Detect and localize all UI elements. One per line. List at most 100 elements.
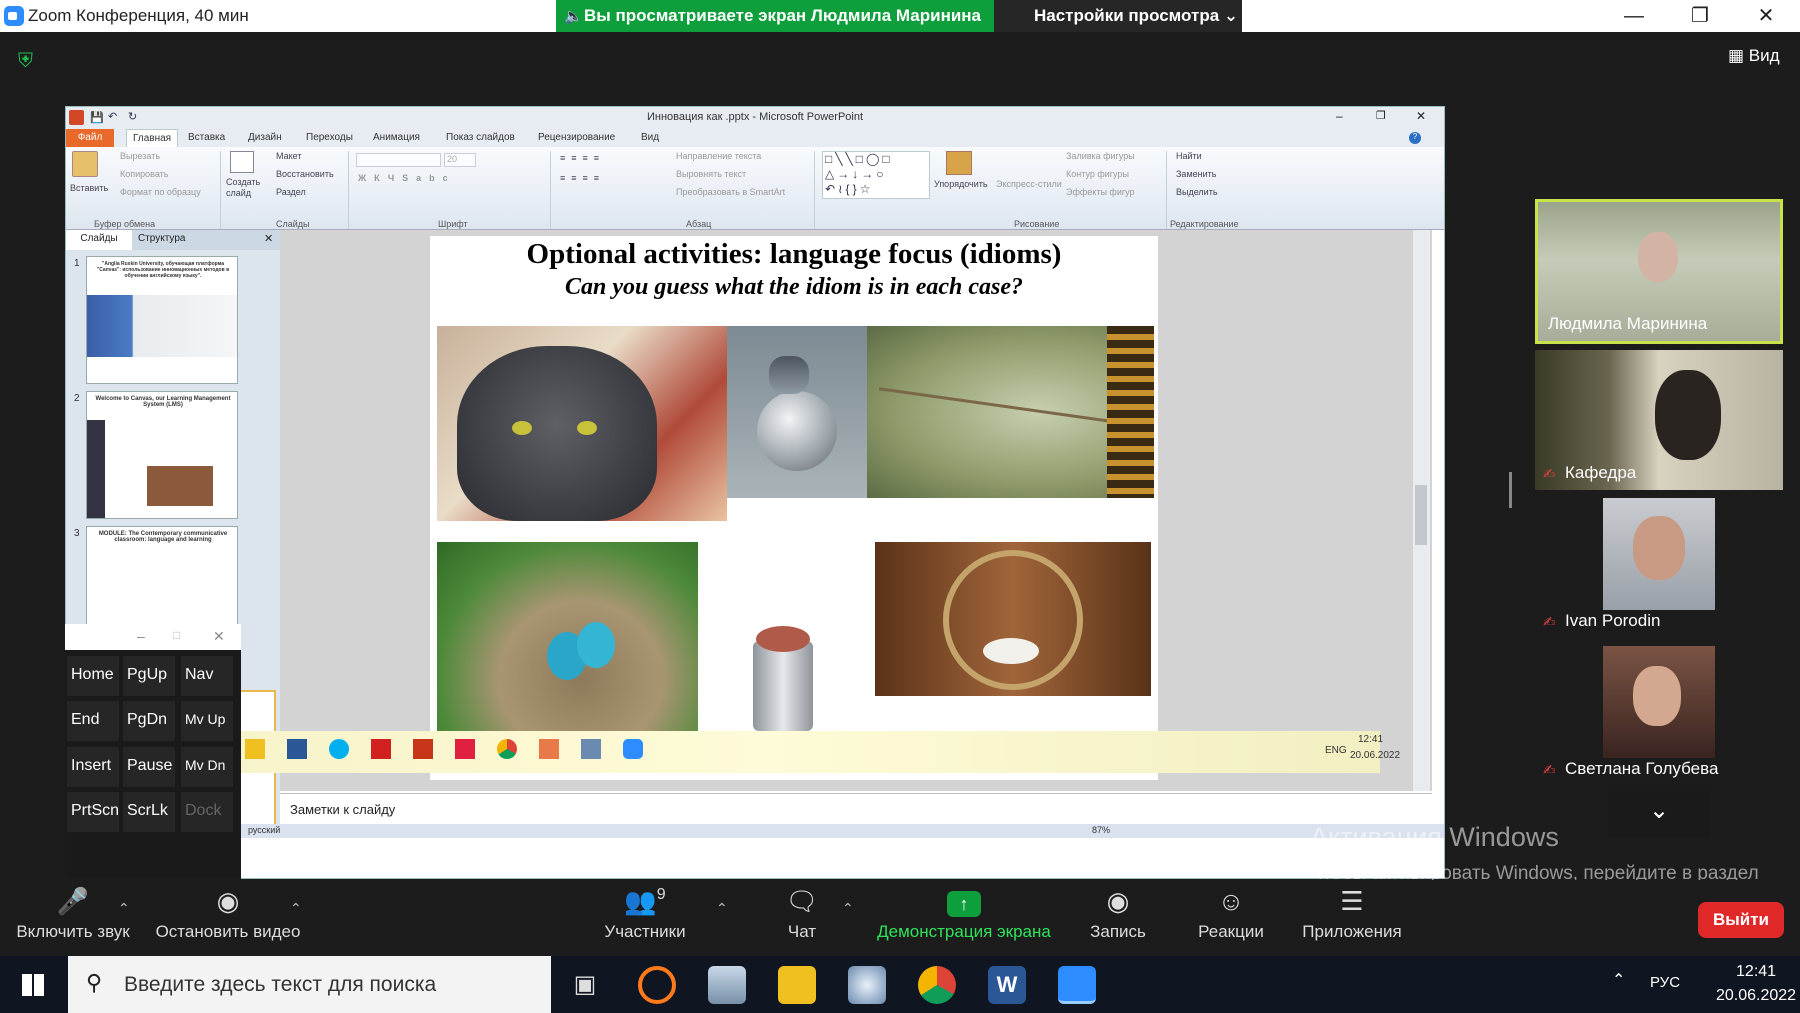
restore-icon[interactable]: ❐ <box>1680 2 1720 30</box>
participants-caret-icon[interactable]: ⌃ <box>716 900 728 917</box>
ppt-restore-icon[interactable]: ❐ <box>1376 109 1386 122</box>
vertical-scrollbar[interactable] <box>1413 230 1430 791</box>
layout-button[interactable]: Макет <box>276 151 301 161</box>
scrollbar-thumb[interactable] <box>1415 485 1427 545</box>
tab-home[interactable]: Главная <box>126 129 179 147</box>
key-pgup[interactable]: PgUp <box>123 656 175 696</box>
reset-button[interactable]: Восстановить <box>276 169 334 179</box>
more-participants-chevron-icon[interactable]: ⌄ <box>1608 790 1710 838</box>
tray-chevron-icon[interactable]: ⌃ <box>1612 970 1625 990</box>
paste-icon[interactable] <box>72 151 98 177</box>
minimize-icon[interactable]: — <box>1614 2 1654 30</box>
participant-tile[interactable]: ✍ Светлана Голубева <box>1535 646 1783 786</box>
shape-fill-button[interactable]: Заливка фигуры <box>1066 151 1135 161</box>
stop-video-button[interactable]: ◉ Остановить видео <box>150 880 306 942</box>
tab-slideshow[interactable]: Показ слайдов <box>446 132 515 143</box>
section-button[interactable]: Раздел <box>276 187 306 197</box>
select-button[interactable]: Выделить <box>1176 187 1218 197</box>
encryption-shield-icon[interactable]: ⛨ <box>18 50 40 74</box>
osk-minimize-icon[interactable]: – <box>137 628 145 644</box>
view-settings-button[interactable]: Настройки просмотра ⌄ <box>994 0 1242 32</box>
cut-button[interactable]: Вырезать <box>120 151 160 161</box>
arrange-button[interactable]: Упорядочить <box>934 179 988 189</box>
word-icon[interactable]: W <box>988 966 1026 1004</box>
audio-options-caret-icon[interactable]: ⌃ <box>118 900 130 917</box>
font-family-select[interactable] <box>356 153 441 167</box>
osk-maximize-icon[interactable]: □ <box>173 628 180 642</box>
leave-button[interactable]: Выйти <box>1698 902 1784 938</box>
record-button[interactable]: ◉ Запись <box>1080 880 1156 942</box>
shape-outline-button[interactable]: Контур фигуры <box>1066 169 1129 179</box>
windows-start-icon[interactable] <box>22 974 44 996</box>
key-prtscn[interactable]: PrtScn <box>67 792 119 832</box>
reactions-button[interactable]: ☺ Реакции <box>1190 880 1272 942</box>
tab-transitions[interactable]: Переходы <box>306 132 353 143</box>
chrome-icon[interactable] <box>918 966 956 1004</box>
slide-thumbnail-1[interactable]: "Anglia Ruskin University, обучающая пла… <box>86 256 238 384</box>
smartart-button[interactable]: Преобразовать в SmartArt <box>676 187 785 197</box>
taskbar-clock[interactable]: 12:41 20.06.2022 <box>1716 960 1796 1008</box>
new-slide-button[interactable]: Создать слайд <box>226 177 266 199</box>
key-insert[interactable]: Insert <box>67 747 119 787</box>
arrange-icon[interactable] <box>946 151 972 175</box>
alignment-buttons[interactable]: ≡≡≡≡ <box>560 173 605 183</box>
chat-caret-icon[interactable]: ⌃ <box>842 900 854 917</box>
input-language[interactable]: РУС <box>1650 974 1680 991</box>
key-mv-dn[interactable]: Mv Dn <box>181 747 233 787</box>
panel-resize-handle[interactable] <box>1509 472 1512 508</box>
tab-view[interactable]: Вид <box>641 132 659 143</box>
tab-slides[interactable]: Слайды <box>66 230 132 250</box>
key-home[interactable]: Home <box>67 656 119 696</box>
slide-thumbnail-2[interactable]: Welcome to Canvas, our Learning Manageme… <box>86 391 238 519</box>
key-mv-up[interactable]: Mv Up <box>181 701 233 741</box>
copy-button[interactable]: Копировать <box>120 169 168 179</box>
align-text-button[interactable]: Выровнять текст <box>676 169 746 179</box>
participant-tile[interactable]: ✍ Кафедра <box>1535 350 1783 490</box>
close-icon[interactable]: ✕ <box>1746 2 1786 30</box>
font-size-select[interactable]: 20 <box>444 153 476 167</box>
key-pgdn[interactable]: PgDn <box>123 701 175 741</box>
video-options-caret-icon[interactable]: ⌃ <box>290 900 302 917</box>
key-nav[interactable]: Nav <box>181 656 233 696</box>
tab-design[interactable]: Дизайн <box>248 132 282 143</box>
key-end[interactable]: End <box>67 701 119 741</box>
tab-file[interactable]: Файл <box>66 129 114 147</box>
format-painter-button[interactable]: Формат по образцу <box>120 187 201 197</box>
osk-close-icon[interactable]: ✕ <box>213 628 225 645</box>
help-icon[interactable]: ? <box>1409 132 1421 144</box>
taskbar-search-input[interactable]: ⚲ Введите здесь текст для поиска <box>68 956 551 1013</box>
participant-tile[interactable]: ✍ Ivan Porodin <box>1535 498 1783 638</box>
quick-styles-button[interactable]: Экспресс-стили <box>996 179 1062 189</box>
font-formatting-buttons[interactable]: ЖКЧSabc <box>358 173 456 183</box>
paste-button[interactable]: Вставить <box>70 183 108 193</box>
new-slide-icon[interactable] <box>230 151 254 173</box>
key-dock[interactable]: Dock <box>181 792 233 832</box>
participants-button[interactable]: 👥9 Участники <box>598 880 692 942</box>
paint-app-icon[interactable] <box>848 966 886 1004</box>
view-button[interactable]: ▦ Вид <box>1728 46 1780 66</box>
shape-effects-button[interactable]: Эффекты фигур <box>1066 187 1135 197</box>
scanner-app-icon[interactable] <box>708 966 746 1004</box>
share-screen-button[interactable]: ↑ Демонстрация экрана <box>872 880 1056 942</box>
tab-outline[interactable]: Структура <box>138 233 185 244</box>
zoom-level[interactable]: 87% <box>1092 825 1110 835</box>
tab-insert[interactable]: Вставка <box>188 132 225 143</box>
ppt-minimize-icon[interactable]: – <box>1336 109 1343 123</box>
browser-app-icon[interactable] <box>638 966 676 1004</box>
pane-close-icon[interactable]: ✕ <box>264 232 273 245</box>
slide-thumbnail-3[interactable]: MODULE: The Contemporary communicative c… <box>86 526 238 626</box>
notes-field[interactable]: Заметки к слайду <box>280 793 1432 824</box>
tab-review[interactable]: Рецензирование <box>538 132 615 143</box>
text-direction-button[interactable]: Направление текста <box>676 151 761 161</box>
file-explorer-icon[interactable] <box>778 966 816 1004</box>
chat-button[interactable]: 🗨 Чат <box>762 880 842 942</box>
key-scrlk[interactable]: ScrLk <box>123 792 175 832</box>
shapes-gallery[interactable]: □╲╲□◯□ △→↓→○ ↶≀{}☆ <box>822 151 930 199</box>
ppt-close-icon[interactable]: ✕ <box>1416 109 1426 123</box>
zoom-taskbar-icon[interactable] <box>1058 966 1096 1004</box>
key-pause[interactable]: Pause <box>123 747 175 787</box>
tab-animation[interactable]: Анимация <box>373 132 420 143</box>
find-button[interactable]: Найти <box>1176 151 1202 161</box>
list-buttons[interactable]: ≡≡≡≡ <box>560 153 605 163</box>
participant-tile-active[interactable]: Людмила Маринина <box>1535 199 1783 344</box>
